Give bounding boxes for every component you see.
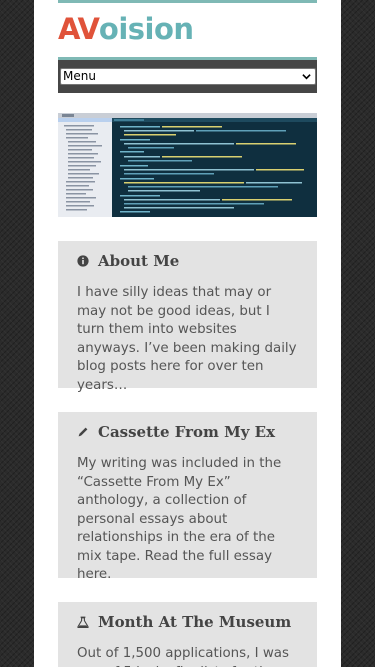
logo-suffix: oision xyxy=(98,12,194,46)
widget-about-me: About Me I have silly ideas that may or … xyxy=(58,241,317,393)
info-icon xyxy=(77,255,89,267)
widget-title-text: Month At The Museum xyxy=(98,613,292,631)
page: AV oision Menu About Me I have silly ide… xyxy=(34,0,341,667)
logo-prefix: AV xyxy=(58,12,100,46)
widget-month-at-the-museum: Month At The Museum Out of 1,500 applica… xyxy=(58,602,317,667)
pencil-icon xyxy=(78,427,88,437)
menu-select[interactable]: Menu xyxy=(60,68,316,85)
widget-body: My writing was included in the “Cassette… xyxy=(77,456,282,582)
widget-cassette-from-my-ex: Cassette From My Ex My writing was inclu… xyxy=(58,412,317,582)
widget-body: I have silly ideas that may or may not b… xyxy=(77,285,297,393)
widget-title-text: Cassette From My Ex xyxy=(98,423,276,441)
menu-label: Menu xyxy=(63,69,96,83)
site-logo[interactable]: AV oision xyxy=(58,12,194,46)
widget-title: Cassette From My Ex xyxy=(77,423,299,441)
code-editor-screenshot xyxy=(58,113,317,217)
widget-title: About Me xyxy=(77,252,299,270)
chevron-down-icon xyxy=(302,74,311,80)
top-rule xyxy=(58,0,317,3)
widget-title: Month At The Museum xyxy=(77,613,299,631)
widget-body: Out of 1,500 applications, I was one of … xyxy=(77,646,289,667)
flask-icon xyxy=(77,616,89,628)
nav-bar: Menu xyxy=(58,60,317,93)
header-image[interactable] xyxy=(58,113,317,217)
widget-title-text: About Me xyxy=(98,252,180,270)
